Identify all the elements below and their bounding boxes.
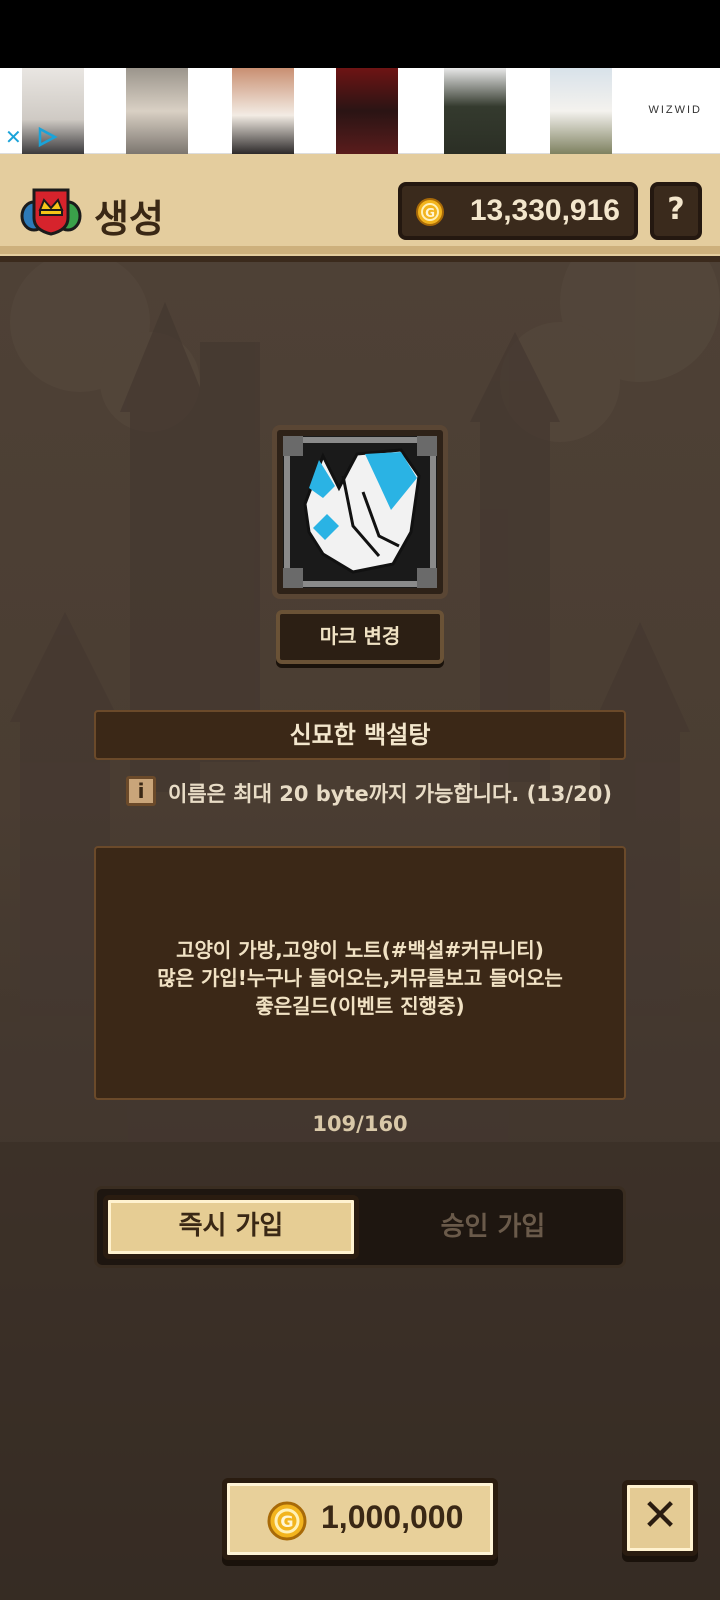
approval-join-option[interactable]: 승인 가입 bbox=[367, 1195, 619, 1259]
ad-brand-logo[interactable]: WIZWID bbox=[648, 104, 702, 116]
status-bar bbox=[0, 0, 720, 68]
mark-change-button[interactable]: 마크 변경 bbox=[276, 610, 444, 664]
gold-amount: 13,330,916 bbox=[469, 194, 620, 227]
ad-photo-6[interactable] bbox=[550, 68, 612, 154]
guild-mark-image bbox=[283, 436, 437, 588]
join-type-toggle: 즉시 가입 승인 가입 bbox=[94, 1186, 626, 1268]
guild-mark-icon bbox=[283, 436, 437, 588]
gold-coin-icon: G bbox=[416, 198, 444, 226]
guild-crest-icon bbox=[20, 188, 82, 236]
ad-photo-5[interactable] bbox=[444, 68, 506, 154]
adchoices-icon[interactable] bbox=[36, 126, 58, 148]
description-line-1: 고양이 가방,고양이 노트(#백설#커뮤니티) bbox=[176, 938, 544, 962]
gold-coin-icon: G bbox=[267, 1501, 307, 1541]
close-button[interactable]: ✕ bbox=[622, 1480, 698, 1556]
create-cost-amount: 1,000,000 bbox=[321, 1499, 464, 1535]
ad-photo-3[interactable] bbox=[232, 68, 294, 154]
page-title: 생성 bbox=[94, 197, 164, 241]
guild-mark-frame[interactable] bbox=[272, 425, 448, 599]
ad-photo-2[interactable] bbox=[126, 68, 188, 154]
description-line-3: 좋은길드(이벤트 진행중) bbox=[255, 994, 465, 1018]
svg-text:G: G bbox=[280, 1512, 293, 1531]
info-icon: i bbox=[126, 776, 156, 806]
svg-text:G: G bbox=[425, 206, 435, 220]
ad-close-icon[interactable]: ✕ bbox=[5, 125, 22, 149]
ad-banner[interactable]: WIZWID ✕ bbox=[0, 68, 720, 154]
header-divider bbox=[0, 246, 720, 254]
description-line-2: 많은 가입!누구나 들어오는,커뮤를보고 들어오는 bbox=[157, 966, 563, 990]
guild-create-panel: 마크 변경 신묘한 백설탕 i 이름은 최대 20 byte까지 가능합니다. … bbox=[0, 262, 720, 1600]
name-length-info: 이름은 최대 20 byte까지 가능합니다. (13/20) bbox=[168, 782, 612, 806]
guild-name-input[interactable]: 신묘한 백설탕 bbox=[94, 710, 626, 760]
help-button[interactable]: ? bbox=[650, 182, 702, 240]
guild-description-input[interactable]: 고양이 가방,고양이 노트(#백설#커뮤니티) 많은 가입!누구나 들어오는,커… bbox=[94, 846, 626, 1100]
header-bar: 생성 G 13,330,916 ? bbox=[0, 154, 720, 262]
ad-photo-4[interactable] bbox=[336, 68, 398, 154]
gold-balance: G 13,330,916 bbox=[398, 182, 638, 240]
description-char-count: 109/160 bbox=[312, 1112, 408, 1136]
create-guild-button[interactable]: G 1,000,000 bbox=[222, 1478, 498, 1560]
instant-join-option[interactable]: 즉시 가입 bbox=[103, 1195, 359, 1259]
